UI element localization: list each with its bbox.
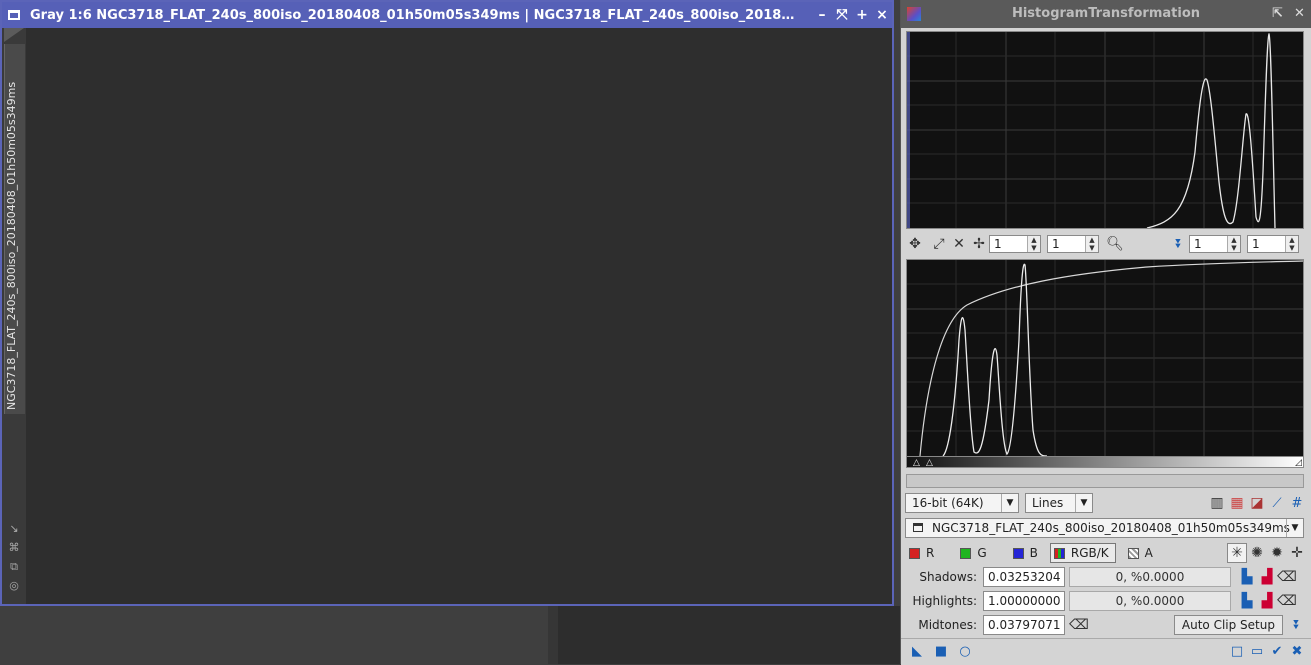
input-histogram-curve (1146, 32, 1276, 228)
transfer-slider-track[interactable] (906, 456, 1304, 468)
new-instance-icon[interactable]: ◣ (907, 641, 927, 661)
red-swatch (909, 547, 920, 559)
shadows-slider-handle[interactable]: △ (913, 458, 920, 468)
image-window-titlebar[interactable]: Gray 1:6 NGC3718_FLAT_240s_800iso_201804… (2, 2, 892, 28)
image-window[interactable]: Gray 1:6 NGC3718_FLAT_240s_800iso_201804… (0, 0, 894, 606)
reset-all-icon[interactable]: ✳ (1227, 543, 1247, 563)
zoom-fit-icon[interactable]: ⤢ (929, 234, 949, 254)
panel-title: HistogramTransformation (1011, 6, 1201, 21)
vertical-zoom-input[interactable]: 1 ▲ ▼ (1047, 235, 1099, 253)
highlights-input[interactable]: 1.00000000 (983, 591, 1065, 611)
midtones-slider-handle[interactable]: △ (926, 458, 933, 468)
apply-icon[interactable]: ✔ (1267, 641, 1287, 661)
auto-clip-highlights-icon[interactable]: ✹ (1267, 543, 1287, 563)
resolution-select[interactable]: 16-bit (64K) ▼ (905, 493, 1019, 513)
channel-b-button[interactable]: B (1012, 543, 1038, 563)
channel-rgbk-button[interactable]: RGB/K (1049, 543, 1116, 563)
fit-icon[interactable]: ⌘ (6, 541, 22, 560)
midtones-input[interactable]: 0.03797071 (983, 615, 1065, 635)
view-select[interactable]: NGC3718_FLAT_240s_800iso_20180408_01h50m… (905, 518, 1304, 538)
rgb-swatch (1053, 547, 1065, 559)
color-histogram-icon[interactable]: ▦ (1227, 493, 1247, 513)
reset-highlights-icon[interactable]: ⌫ (1277, 591, 1297, 611)
expand-icon[interactable]: ⏬︎ (1287, 615, 1307, 635)
shade-button[interactable]: ⇱ (1272, 0, 1283, 28)
shadows-clipping-readout: 0, %0.0000 (1069, 567, 1231, 587)
image-canvas[interactable] (26, 28, 892, 604)
shade-button[interactable]: ⤧ (832, 7, 852, 23)
shadows-label: Shadows: (919, 570, 977, 584)
clone-icon[interactable]: ⧉ (6, 560, 22, 579)
curve-icon[interactable]: ⟋ (1267, 493, 1287, 513)
close-button[interactable]: ✕ (1294, 0, 1305, 28)
auto-clip-both-icon[interactable]: ✛ (1287, 543, 1307, 563)
preview-strip (906, 474, 1304, 488)
highlights-clipping-readout: 0, %0.0000 (1069, 591, 1231, 611)
highlights-slider-handle[interactable]: ◿ (1295, 458, 1302, 468)
apply-global-icon[interactable]: ■ (931, 641, 951, 661)
histogram-type-icon[interactable]: ▥ (1207, 493, 1227, 513)
channel-r-button[interactable]: R (909, 543, 934, 563)
reset-icon[interactable]: ✖ (1287, 641, 1307, 661)
alpha-swatch (1127, 547, 1139, 559)
image-window-sidebar: NGC3718_FLAT_240s_800iso_20180408_01h50m… (2, 28, 26, 604)
rgb-curves-icon[interactable]: ◪ (1247, 493, 1267, 513)
vertical-zoom-input-2[interactable]: 1 ▲ ▼ (1247, 235, 1299, 253)
midtones-label: Midtones: (918, 618, 977, 632)
process-icon (907, 7, 921, 21)
identifier-icon[interactable]: ◎ (6, 579, 22, 598)
tab-corner (4, 28, 24, 42)
reset-midtones-icon[interactable]: ⌫ (1069, 615, 1089, 635)
output-histogram-graph[interactable] (906, 259, 1304, 457)
graph-style-select[interactable]: Lines ▼ (1025, 493, 1093, 513)
window-icon (8, 10, 20, 20)
workspace-background (548, 606, 900, 664)
panel-titlebar[interactable]: HistogramTransformation ⇱ ✕ (901, 0, 1311, 28)
move-icon[interactable]: ✢ (969, 234, 989, 254)
horizontal-zoom-input[interactable]: 1 ▲ ▼ (989, 235, 1041, 253)
channel-g-button[interactable]: G (960, 543, 987, 563)
collapse-icon[interactable]: ⏬︎ (1169, 234, 1189, 254)
shadows-input[interactable]: 0.03253204 (983, 567, 1065, 587)
resize-icon[interactable]: ↘ (6, 522, 22, 541)
horizontal-zoom-input-2[interactable]: 1 ▲ ▼ (1189, 235, 1241, 253)
zoom-magnifier-icon[interactable]: 🔍︎ (1105, 234, 1125, 254)
zoom-reset-icon[interactable]: ✕ (949, 234, 969, 254)
channel-a-button[interactable]: A (1127, 543, 1153, 563)
close-button[interactable]: × (872, 7, 892, 23)
browse-documentation-icon[interactable]: □ (1227, 641, 1247, 661)
workspace-background-edge (548, 606, 558, 664)
edit-instance-icon[interactable]: ▭ (1247, 641, 1267, 661)
blue-swatch (1012, 547, 1024, 559)
view-icon (913, 523, 923, 532)
auto-shadows-icon[interactable]: ▙ (1237, 567, 1257, 587)
auto-clip-shadows-icon[interactable]: ✺ (1247, 543, 1267, 563)
green-swatch (960, 547, 972, 559)
view-tab-label: NGC3718_FLAT_240s_800iso_20180408_01h50m… (5, 81, 18, 410)
maximize-button[interactable]: + (852, 7, 872, 23)
auto-highlights-icon[interactable]: ▙ (1237, 591, 1257, 611)
auto-shadows-all-icon[interactable]: ▟ (1257, 567, 1277, 587)
minimize-button[interactable]: – (812, 7, 832, 23)
grid-icon[interactable]: # (1287, 493, 1307, 513)
reset-shadows-icon[interactable]: ⌫ (1277, 567, 1297, 587)
pan-icon[interactable]: ✥ (905, 234, 925, 254)
image-window-title: Gray 1:6 NGC3718_FLAT_240s_800iso_201804… (30, 7, 795, 23)
auto-highlights-all-icon[interactable]: ▟ (1257, 591, 1277, 611)
highlights-label: Highlights: (912, 594, 977, 608)
input-histogram-graph[interactable] (906, 31, 1304, 229)
auto-clip-setup-button[interactable]: Auto Clip Setup (1173, 615, 1283, 635)
real-time-preview-icon[interactable]: ○ (955, 641, 975, 661)
